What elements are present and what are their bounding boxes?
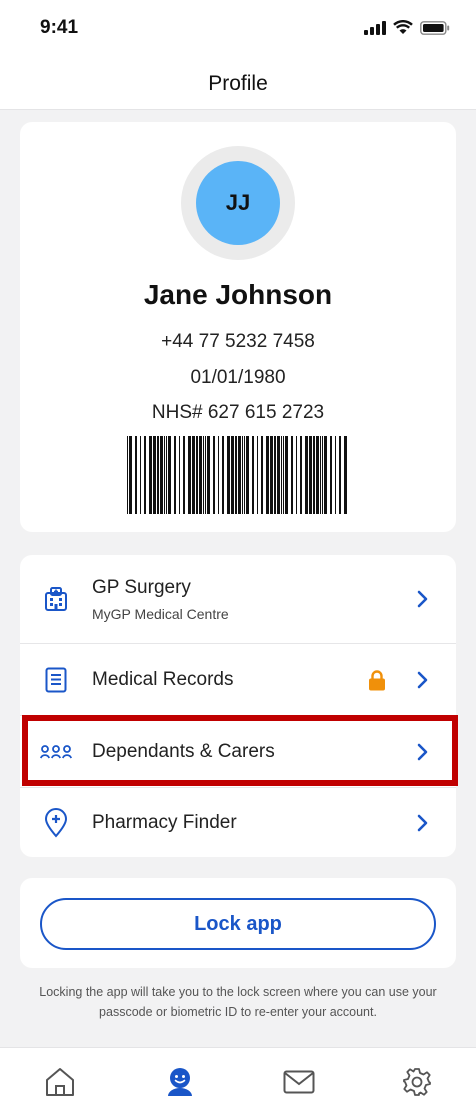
menu-text: Pharmacy Finder xyxy=(92,812,237,834)
menu-label: Pharmacy Finder xyxy=(92,811,237,833)
menu-label: GP Surgery xyxy=(92,576,191,598)
wifi-icon xyxy=(393,20,413,34)
tab-settings[interactable] xyxy=(401,1066,433,1098)
status-icons xyxy=(364,20,450,35)
tab-profile[interactable] xyxy=(164,1066,196,1098)
menu-label: Medical Records xyxy=(92,668,234,690)
profile-dob: 01/01/1980 xyxy=(190,367,286,388)
status-bar: 9:41 xyxy=(0,0,476,58)
profile-card: JJ Jane Johnson +44 77 5232 7458 01/01/1… xyxy=(20,122,456,532)
status-time: 9:41 xyxy=(40,17,79,38)
profile-nhs-number: NHS# 627 615 2723 xyxy=(151,402,325,423)
home-icon xyxy=(46,1068,74,1096)
lock-note: Locking the app will take you to the loc… xyxy=(39,985,437,1019)
header: Profile xyxy=(0,58,476,110)
tab-messages[interactable] xyxy=(283,1066,315,1098)
profile-phone: +44 77 5232 7458 xyxy=(161,331,315,352)
menu-item-medical-records[interactable]: Medical Records xyxy=(20,644,456,715)
chevron-right-icon xyxy=(417,590,428,608)
signal-icon xyxy=(364,20,386,35)
highlight-box xyxy=(22,715,458,786)
chevron-right-icon xyxy=(417,671,428,688)
menu-card: GP Surgery MyGP Medical Centre Medical R… xyxy=(20,555,456,857)
menu-text: Medical Records xyxy=(92,669,234,691)
avatar-initials: JJ xyxy=(225,190,251,215)
menu-item-pharmacy-finder[interactable]: Pharmacy Finder xyxy=(20,788,456,857)
avatar[interactable]: JJ xyxy=(196,161,280,245)
document-icon xyxy=(42,666,70,694)
profile-name: Jane Johnson xyxy=(143,279,333,310)
chevron-right-icon xyxy=(417,814,428,831)
hospital-icon xyxy=(42,585,70,613)
profile-icon xyxy=(168,1068,192,1096)
lock-app-button[interactable]: Lock app xyxy=(40,898,436,950)
battery-icon xyxy=(420,20,450,35)
barcode-icon xyxy=(127,436,347,514)
avatar-ring: JJ xyxy=(181,146,295,260)
mail-icon xyxy=(283,1070,315,1094)
location-plus-icon xyxy=(42,807,70,838)
lock-card: Lock app xyxy=(20,878,456,968)
tab-bar xyxy=(0,1047,476,1112)
page-title: Profile xyxy=(208,71,268,95)
tab-home[interactable] xyxy=(44,1066,76,1098)
menu-sublabel: MyGP Medical Centre xyxy=(92,605,229,622)
settings-icon xyxy=(403,1068,431,1096)
menu-text: GP Surgery MyGP Medical Centre xyxy=(92,577,229,622)
lock-icon xyxy=(369,669,385,690)
menu-item-gp-surgery[interactable]: GP Surgery MyGP Medical Centre xyxy=(20,555,456,643)
